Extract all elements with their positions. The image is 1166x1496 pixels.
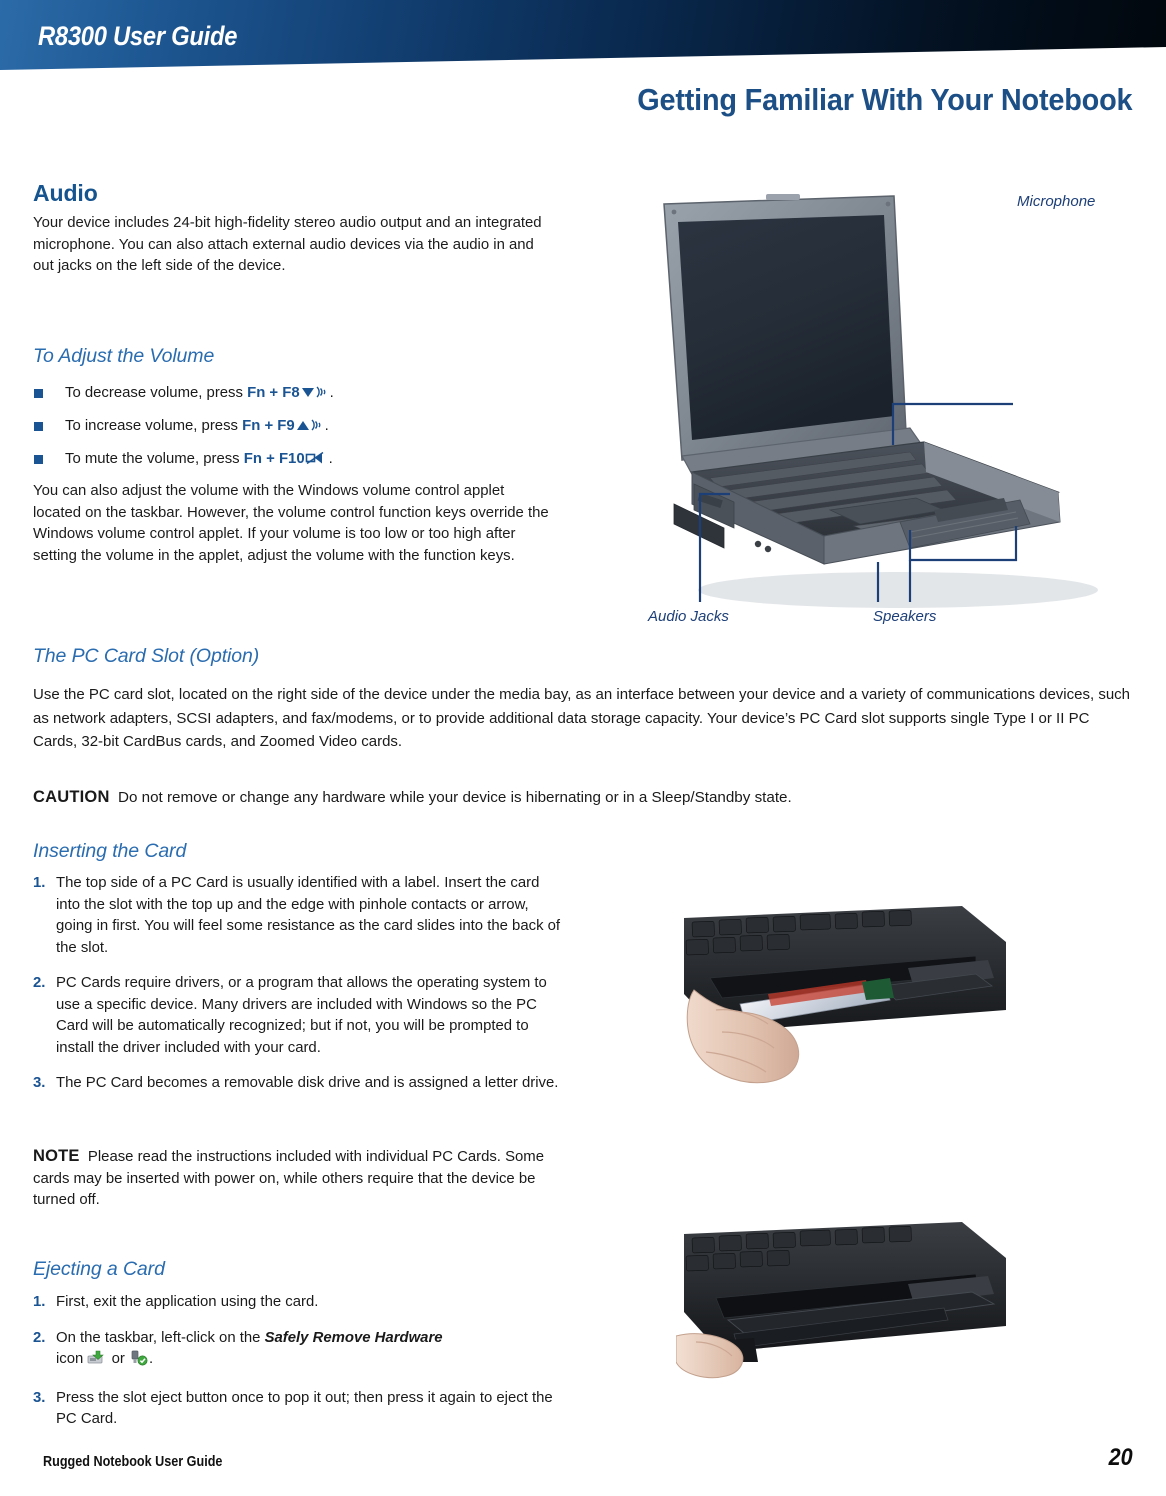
square-bullet-icon [34, 422, 43, 431]
step-text: First, exit the application using the ca… [56, 1294, 319, 1310]
caution-label: CAUTION [33, 788, 110, 806]
notebook-illustration [663, 194, 1098, 608]
note-label: NOTE [33, 1147, 80, 1165]
callout-label-audio-jacks: Audio Jacks [648, 608, 729, 625]
bullet-prefix: To increase volume, press [65, 418, 243, 434]
bullet-suffix: . [324, 418, 329, 434]
inserting-steps-list: 1. The top side of a PC Card is usually i… [33, 873, 563, 1109]
step-separator: or [107, 1351, 129, 1367]
bullet-suffix: . [328, 451, 333, 467]
step-text: Press the slot eject button once to pop … [56, 1389, 553, 1428]
audio-heading: Audio [33, 180, 98, 206]
caution-block: CAUTION Do not remove or change any hard… [33, 786, 1133, 809]
square-bullet-icon [34, 389, 43, 398]
square-bullet-icon [34, 455, 43, 464]
caution-text: Do not remove or change any hardware whi… [118, 789, 792, 806]
step-prefix: On the taskbar, left-click on the [56, 1329, 265, 1346]
pc-card-slot-heading: The PC Card Slot (Option) [33, 645, 260, 667]
bullet-prefix: To decrease volume, press [65, 385, 248, 401]
key-combo-label: Fn + F9 [242, 418, 295, 434]
list-item: To decrease volume, press Fn + F8 . [33, 383, 553, 407]
footer-page-number: 20 [1108, 1444, 1133, 1471]
list-item: To increase volume, press Fn + F9 . [33, 416, 553, 440]
guide-title: R8300 User Guide [38, 21, 238, 51]
page-title: Getting Familiar With Your Notebook [636, 82, 1132, 117]
step-text: The PC Card becomes a removable disk dri… [56, 1075, 559, 1091]
safely-remove-hardware-icon [87, 1350, 107, 1374]
step-number: 1. [33, 875, 46, 891]
pc-card-insertion-figure [676, 882, 1032, 1096]
ejecting-steps-list: 1. First, exit the application using the … [33, 1292, 563, 1445]
list-item: 1. The top side of a PC Card is usually i… [33, 873, 563, 959]
note-block: NOTE Please read the instructions includ… [33, 1146, 553, 1212]
note-text: Please read the instructions included wi… [33, 1149, 544, 1208]
volume-up-icon [295, 417, 325, 440]
pc-card-eject-figure [675, 1202, 1032, 1418]
step-suffix: . [148, 1351, 154, 1367]
list-item: 2. PC Cards require drivers, or a program… [33, 973, 563, 1059]
pc-card-eject-illustration [675, 1202, 1032, 1418]
volume-bullet-list: To decrease volume, press Fn + F8 . To i… [33, 383, 553, 482]
list-item: 3. The PC Card becomes a removable disk d… [33, 1073, 563, 1095]
step-number: 3. [33, 1075, 46, 1091]
key-combo-label: Fn + F10 [243, 451, 305, 467]
volume-mute-icon [305, 450, 329, 473]
list-item: 3. Press the slot eject button once to po… [33, 1388, 563, 1431]
callout-label-speakers: Speakers [873, 608, 937, 625]
bullet-suffix: . [329, 385, 334, 401]
list-item: To mute the volume, press Fn + F10 . [33, 449, 553, 473]
bullet-prefix: To mute the volume, press [65, 451, 244, 467]
step-text: The top side of a PC Card is usually ide… [56, 875, 561, 956]
step-number: 1. [33, 1294, 46, 1310]
pc-card-insertion-illustration [676, 882, 1032, 1096]
safely-remove-hardware-emphasis: Safely Remove Hardware [264, 1329, 443, 1346]
step-number: 3. [33, 1389, 46, 1406]
inserting-card-heading: Inserting the Card [33, 840, 187, 862]
list-item: 1. First, exit the application using the … [33, 1292, 563, 1314]
step-middle: icon [56, 1351, 88, 1367]
usb-eject-icon [129, 1350, 149, 1374]
adjust-volume-heading: To Adjust the Volume [33, 345, 215, 367]
footer-guide-name: Rugged Notebook User Guide [43, 1454, 223, 1470]
audio-intro-paragraph: Your device includes 24-bit high-fidelit… [33, 215, 542, 274]
callout-label-microphone: Microphone [1017, 193, 1096, 210]
key-combo-label: Fn + F8 [247, 385, 300, 401]
volume-applet-paragraph: You can also adjust the volume with the … [33, 483, 549, 564]
ejecting-card-heading: Ejecting a Card [33, 1258, 165, 1280]
step-number: 2. [33, 975, 46, 991]
step-text: PC Cards require drivers, or a program t… [56, 975, 547, 1056]
step-number: 2. [33, 1329, 46, 1346]
rugged-notebook-figure: Microphone Audio Jacks Speakers [648, 192, 1148, 637]
volume-down-icon [300, 384, 330, 407]
list-item: 2. On the taskbar, left-click on the Safe… [33, 1328, 563, 1374]
pc-card-slot-paragraph: Use the PC card slot, located on the rig… [33, 686, 1130, 750]
